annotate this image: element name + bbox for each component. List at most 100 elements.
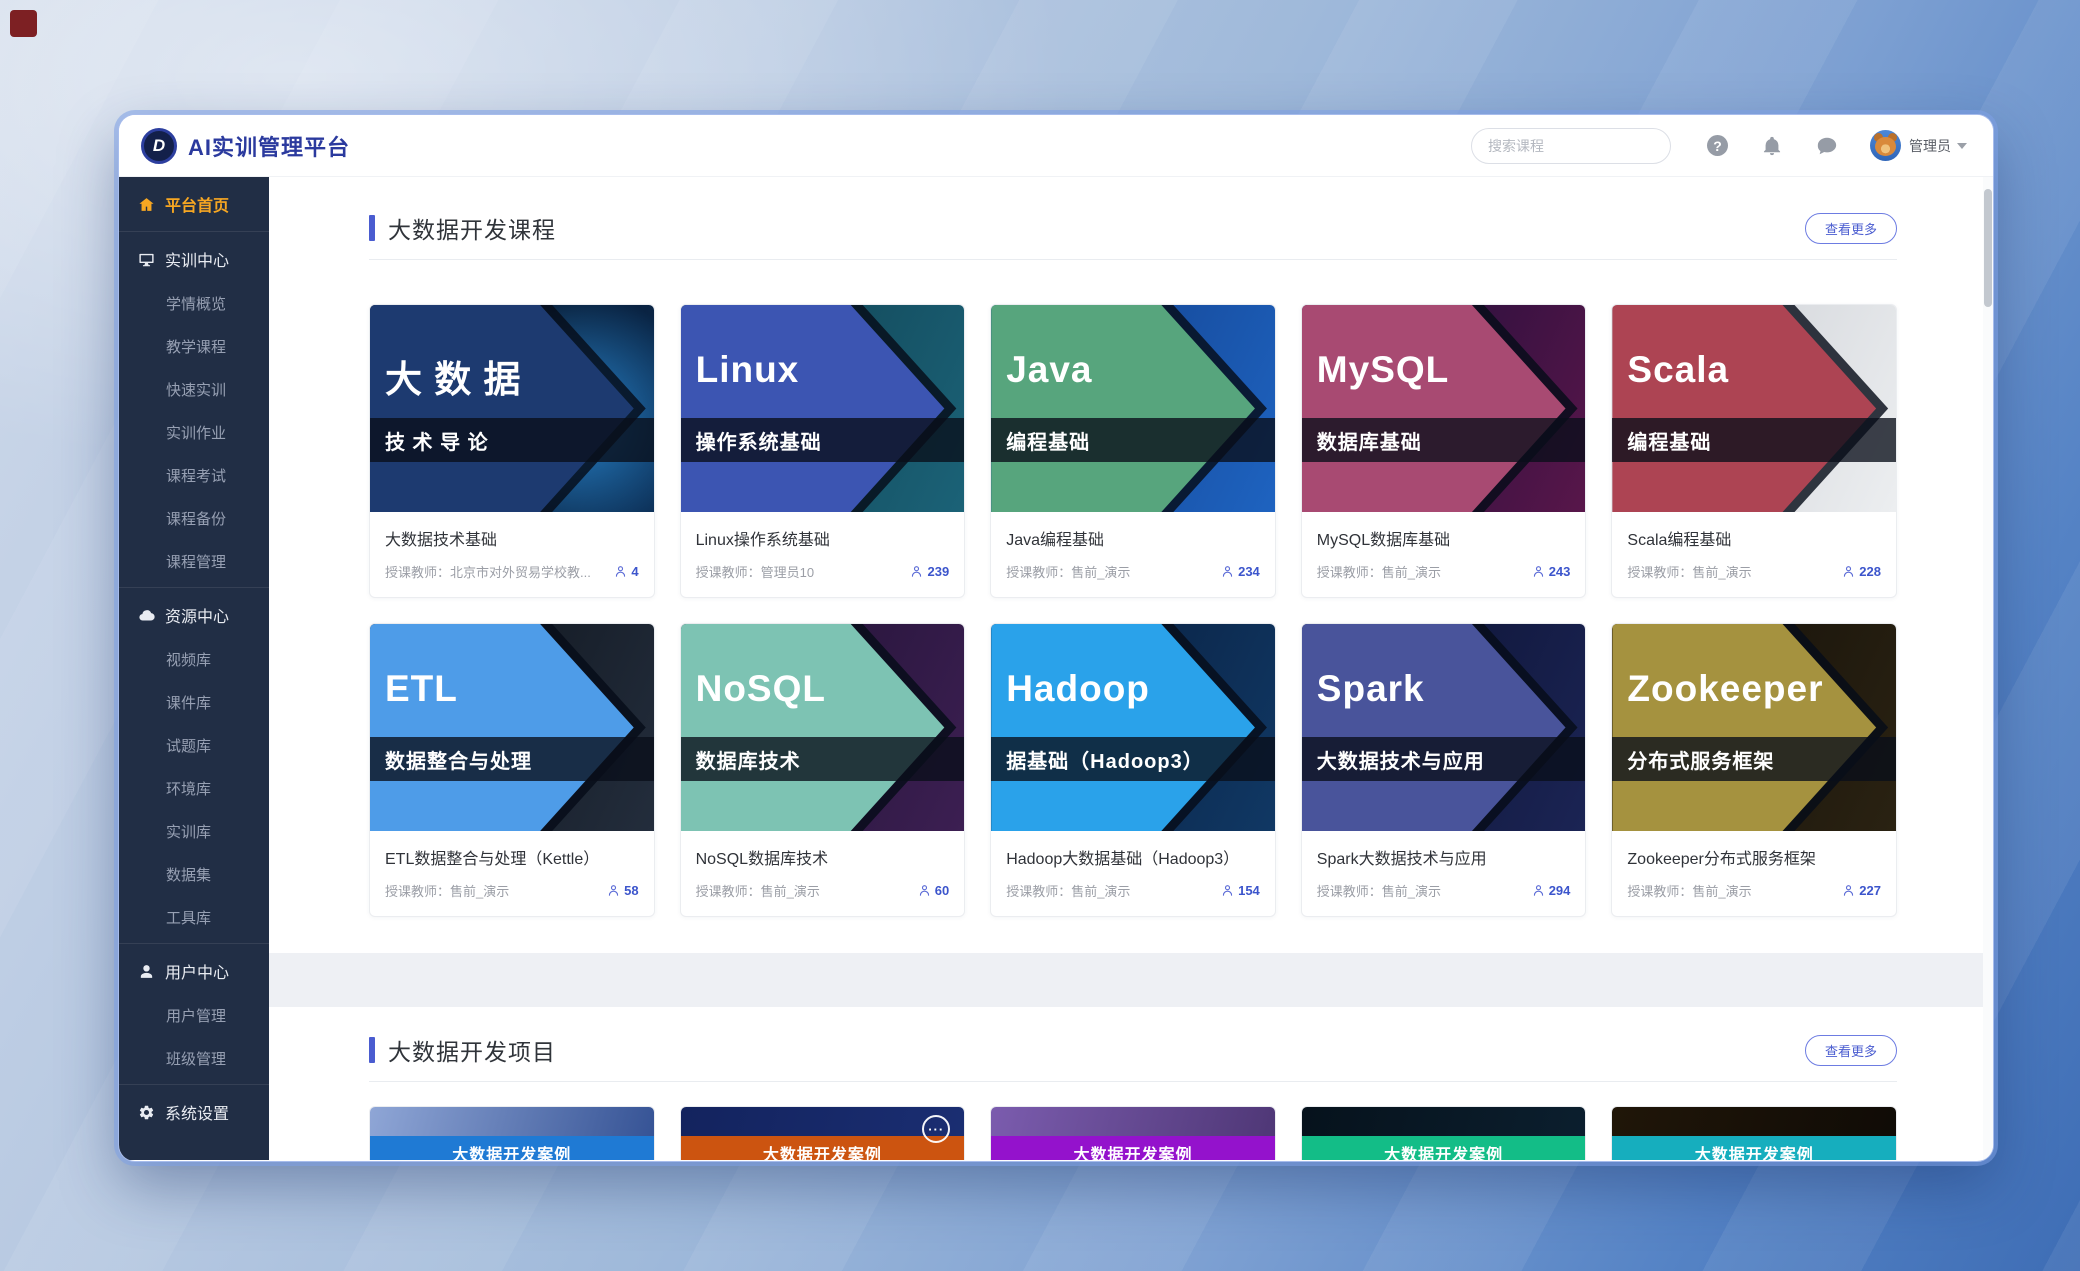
cover-arrow xyxy=(1612,305,1896,512)
course-card[interactable]: Hadoop 据基础（Hadoop3） Hadoop大数据基础（Hadoop3）… xyxy=(990,623,1276,917)
course-student-count: 154 xyxy=(1220,883,1260,898)
sidebar-item-video-library[interactable]: 视频库 xyxy=(119,638,269,681)
user-menu[interactable]: 管理员 xyxy=(1909,136,1967,156)
app-window: D AI实训管理平台 ? 管理员 平台首页实训中心学情概览教学课 xyxy=(119,115,1993,1161)
course-card[interactable]: Zookeeper 分布式服务框架 Zookeeper分布式服务框架 授课教师：… xyxy=(1611,623,1897,917)
sidebar-item-label: 用户管理 xyxy=(166,1005,226,1026)
sidebar-item-question-library[interactable]: 试题库 xyxy=(119,724,269,767)
project-case-card[interactable]: 大数据开发案例 xyxy=(369,1106,655,1160)
sidebar-item-course-backup[interactable]: 课程备份 xyxy=(119,497,269,540)
cover-subtitle: 操作系统基础 xyxy=(696,426,822,455)
view-more-courses-button[interactable]: 查看更多 xyxy=(1805,213,1897,244)
sidebar-item-dataset[interactable]: 数据集 xyxy=(119,853,269,896)
app-title: AI实训管理平台 xyxy=(188,130,350,162)
project-case-card[interactable]: 大数据开发案例 xyxy=(1611,1106,1897,1160)
course-card[interactable]: ETL 数据整合与处理 ETL数据整合与处理（Kettle） 授课教师：售前_演… xyxy=(369,623,655,917)
sidebar-item-system-settings[interactable]: 系统设置 xyxy=(119,1089,269,1135)
sidebar-divider xyxy=(119,1084,269,1085)
sidebar-item-training-homework[interactable]: 实训作业 xyxy=(119,411,269,454)
cover-title: Java xyxy=(1006,349,1092,391)
course-teacher: 授课教师：售前_演示 xyxy=(385,881,598,900)
course-card[interactable]: Scala 编程基础 Scala编程基础 授课教师：售前_演示 228 xyxy=(1611,304,1897,598)
case-cover-image: 大数据开发案例 xyxy=(1302,1107,1586,1160)
sidebar-item-home[interactable]: 平台首页 xyxy=(119,181,269,227)
cover-subtitle-band: 操作系统基础 xyxy=(681,418,965,462)
cover-subtitle-band: 数据库基础 xyxy=(1302,418,1586,462)
sidebar-item-class-management[interactable]: 班级管理 xyxy=(119,1037,269,1080)
case-cover-image: 大数据开发案例 xyxy=(991,1107,1275,1160)
project-case-card[interactable]: 大数据开发案例··· xyxy=(680,1106,966,1160)
course-card[interactable]: 大 数 据 技 术 导 论 大数据技术基础 授课教师：北京市对外贸易学校教...… xyxy=(369,304,655,598)
gear-icon xyxy=(138,1104,155,1121)
course-title: Linux操作系统基础 xyxy=(696,526,950,550)
course-card[interactable]: Linux 操作系统基础 Linux操作系统基础 授课教师：管理员10 239 xyxy=(680,304,966,598)
course-cover-image: Zookeeper 分布式服务框架 xyxy=(1612,624,1896,831)
search-input[interactable] xyxy=(1488,138,1669,154)
scrollbar-thumb[interactable] xyxy=(1984,189,1992,307)
project-case-card[interactable]: 大数据开发案例 xyxy=(990,1106,1276,1160)
course-card[interactable]: Spark 大数据技术与应用 Spark大数据技术与应用 授课教师：售前_演示 … xyxy=(1301,623,1587,917)
student-count-value: 154 xyxy=(1238,883,1260,898)
sidebar-item-resource-center[interactable]: 资源中心 xyxy=(119,592,269,638)
case-label-band: 大数据开发案例 xyxy=(1302,1136,1586,1160)
cover-subtitle-band: 数据整合与处理 xyxy=(370,737,654,781)
cover-subtitle-band: 数据库技术 xyxy=(681,737,965,781)
user-avatar[interactable] xyxy=(1870,130,1901,161)
sidebar-item-label: 数据集 xyxy=(166,864,211,885)
sidebar-item-quick-training[interactable]: 快速实训 xyxy=(119,368,269,411)
sidebar-item-user-management[interactable]: 用户管理 xyxy=(119,994,269,1037)
course-title: NoSQL数据库技术 xyxy=(696,845,950,869)
sidebar-item-training-center[interactable]: 实训中心 xyxy=(119,236,269,282)
sidebar-item-environment-library[interactable]: 环境库 xyxy=(119,767,269,810)
course-title: Scala编程基础 xyxy=(1627,526,1881,550)
sidebar: 平台首页实训中心学情概览教学课程快速实训实训作业课程考试课程备份课程管理资源中心… xyxy=(119,177,269,1160)
course-card[interactable]: Java 编程基础 Java编程基础 授课教师：售前_演示 234 xyxy=(990,304,1276,598)
course-cover-image: Scala 编程基础 xyxy=(1612,305,1896,512)
case-label: 大数据开发案例 xyxy=(452,1141,571,1160)
message-icon[interactable] xyxy=(1816,135,1838,157)
sidebar-item-label: 课件库 xyxy=(166,692,211,713)
help-icon[interactable]: ? xyxy=(1707,135,1728,156)
scrollbar-track[interactable] xyxy=(1983,177,1993,1160)
sidebar-item-course-exams[interactable]: 课程考试 xyxy=(119,454,269,497)
sidebar-item-label: 用户中心 xyxy=(165,959,229,983)
sidebar-item-label: 课程备份 xyxy=(166,508,226,529)
sidebar-item-course-management[interactable]: 课程管理 xyxy=(119,540,269,583)
sidebar-item-learning-overview[interactable]: 学情概览 xyxy=(119,282,269,325)
section-projects: 大数据开发项目 查看更多 大数据开发案例 大数据开发案例··· 大数据开发案例 … xyxy=(269,1007,1993,1160)
sidebar-item-label: 实训中心 xyxy=(165,247,229,271)
course-teacher: 授课教师：北京市对外贸易学校教... xyxy=(385,562,605,581)
case-label: 大数据开发案例 xyxy=(1073,1141,1192,1160)
sidebar-item-tool-library[interactable]: 工具库 xyxy=(119,896,269,939)
cover-subtitle-band: 据基础（Hadoop3） xyxy=(991,737,1275,781)
cover-arrow xyxy=(370,305,654,512)
student-count-value: 243 xyxy=(1549,564,1571,579)
course-card[interactable]: NoSQL 数据库技术 NoSQL数据库技术 授课教师：售前_演示 60 xyxy=(680,623,966,917)
section-courses: 大数据开发课程 查看更多 大 数 据 技 术 导 论 大数据技术基础 授课教师：… xyxy=(269,177,1993,953)
case-label: 大数据开发案例 xyxy=(1695,1141,1814,1160)
cover-arrow xyxy=(1302,624,1586,831)
course-teacher: 授课教师：管理员10 xyxy=(696,562,902,581)
section-divider xyxy=(369,259,1897,260)
course-title: Zookeeper分布式服务框架 xyxy=(1627,845,1881,869)
active-item-arrow xyxy=(269,192,280,212)
course-teacher: 授课教师：售前_演示 xyxy=(1006,881,1212,900)
sidebar-item-courseware-library[interactable]: 课件库 xyxy=(119,681,269,724)
person-icon xyxy=(917,883,932,898)
case-label: 大数据开发案例 xyxy=(1384,1141,1503,1160)
cover-title: Spark xyxy=(1317,668,1425,710)
course-card[interactable]: MySQL 数据库基础 MySQL数据库基础 授课教师：售前_演示 243 xyxy=(1301,304,1587,598)
cover-subtitle: 数据库基础 xyxy=(1317,426,1422,455)
search-box[interactable] xyxy=(1471,128,1671,164)
course-cover-image: ETL 数据整合与处理 xyxy=(370,624,654,831)
sidebar-item-user-center[interactable]: 用户中心 xyxy=(119,948,269,994)
project-case-card[interactable]: 大数据开发案例 xyxy=(1301,1106,1587,1160)
person-icon xyxy=(909,564,924,579)
sidebar-item-training-library[interactable]: 实训库 xyxy=(119,810,269,853)
course-teacher: 授课教师：售前_演示 xyxy=(1317,562,1523,581)
student-count-value: 4 xyxy=(631,564,638,579)
cover-title: MySQL xyxy=(1317,349,1449,391)
sidebar-item-teaching-courses[interactable]: 教学课程 xyxy=(119,325,269,368)
view-more-projects-button[interactable]: 查看更多 xyxy=(1805,1035,1897,1066)
notification-bell-icon[interactable] xyxy=(1761,135,1783,157)
